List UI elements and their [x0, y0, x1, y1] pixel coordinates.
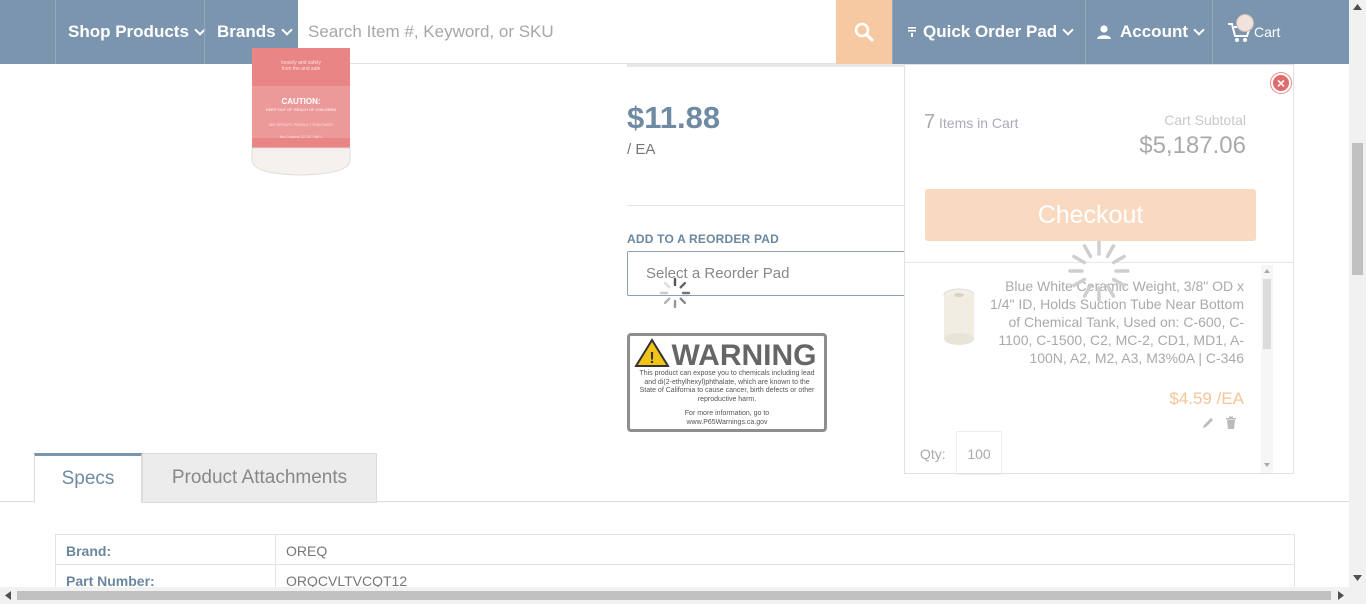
scroll-right-arrow-icon[interactable]: [1338, 591, 1344, 600]
prop65-warning-label: ! WARNING This product can expose you to…: [627, 333, 827, 432]
scroll-up-arrow-icon[interactable]: [1353, 4, 1362, 10]
search-icon: [854, 22, 874, 42]
qty-input[interactable]: 100: [956, 431, 1002, 475]
cart-count-badge: [1236, 14, 1254, 32]
horizontal-scrollbar[interactable]: [0, 587, 1366, 604]
pencil-icon[interactable]: [1201, 416, 1215, 430]
divider: [627, 64, 927, 67]
brands-label: Brands: [217, 22, 276, 41]
quick-order-pad-menu[interactable]: Quick Order Pad: [892, 0, 1085, 64]
product-image: loosely and safely from the and safe CAU…: [246, 48, 356, 176]
warning-title: WARNING: [672, 339, 817, 372]
table-row: Brand: OREQ: [55, 534, 1295, 565]
account-menu[interactable]: Account: [1085, 0, 1213, 64]
scroll-down-arrow-icon[interactable]: [1353, 575, 1362, 581]
user-icon: [1097, 25, 1111, 39]
shop-products-menu[interactable]: Shop Products: [55, 0, 206, 64]
cart-subtotal-value: $5,187.06: [1139, 132, 1246, 159]
search-box: [298, 0, 836, 64]
cart-scrollbar[interactable]: [1261, 265, 1273, 473]
search-input[interactable]: [298, 0, 836, 63]
spec-value: OREQ: [286, 543, 328, 559]
svg-text:SEE SPECIFIC PRODUCT TREATMENT: SEE SPECIFIC PRODUCT TREATMENT: [269, 123, 334, 127]
tab-specs[interactable]: Specs: [34, 453, 142, 503]
divider: [627, 205, 927, 206]
checkout-button[interactable]: Checkout: [925, 189, 1256, 241]
spec-key: Brand:: [56, 535, 276, 564]
svg-text:Net Contents 32 OZ / 946 L: Net Contents 32 OZ / 946 L: [280, 135, 323, 139]
warning-more-info: For more information, go to www.P65Warni…: [684, 410, 770, 426]
loading-spinner-icon: [1068, 240, 1130, 302]
cart-items-count: 7 Items in Cart: [924, 111, 1018, 134]
qty-label: Qty:: [920, 446, 946, 462]
loading-spinner-icon: [659, 277, 691, 309]
chevron-down-icon: [280, 24, 293, 36]
top-navigation: Shop Products Brands Quick Order Pad Acc…: [0, 0, 1349, 64]
cart-label: Cart: [1254, 24, 1281, 40]
items-count-label: Items in Cart: [939, 115, 1019, 131]
cart-subtotal-label: Cart Subtotal: [1164, 112, 1246, 128]
product-price: $11.88: [627, 100, 721, 135]
svg-text:from the and safe: from the and safe: [282, 66, 321, 72]
list-icon: [908, 27, 916, 37]
close-icon[interactable]: ×: [1271, 73, 1291, 93]
vertical-scroll-thumb[interactable]: [1352, 143, 1363, 275]
svg-text:!: !: [649, 350, 654, 367]
search-button[interactable]: [836, 0, 892, 64]
warning-body: This product can expose you to chemicals…: [639, 370, 815, 403]
shop-products-label: Shop Products: [68, 22, 189, 41]
items-count-value: 7: [924, 111, 936, 133]
cart-button[interactable]: Cart: [1212, 0, 1295, 64]
tab-product-attachments[interactable]: Product Attachments: [142, 453, 377, 503]
account-label: Account: [1120, 22, 1188, 41]
scroll-left-arrow-icon[interactable]: [5, 591, 11, 600]
quick-order-pad-label: Quick Order Pad: [923, 22, 1058, 41]
trash-icon[interactable]: [1225, 416, 1237, 430]
reorder-pad-label: ADD TO A REORDER PAD: [627, 232, 780, 246]
chevron-down-icon: [1062, 24, 1074, 36]
horizontal-scroll-thumb[interactable]: [17, 591, 1331, 600]
label-caution: CAUTION:: [281, 97, 320, 106]
cart-item-price: $4.59 /EA: [1169, 389, 1244, 408]
cart-item-image: [943, 288, 975, 345]
chevron-down-icon: [1193, 24, 1205, 36]
product-unit: / EA: [627, 141, 656, 158]
vertical-scrollbar[interactable]: [1349, 0, 1366, 587]
label-caution-sub: KEEP OUT OF REACH OF CHILDREN: [266, 107, 336, 112]
